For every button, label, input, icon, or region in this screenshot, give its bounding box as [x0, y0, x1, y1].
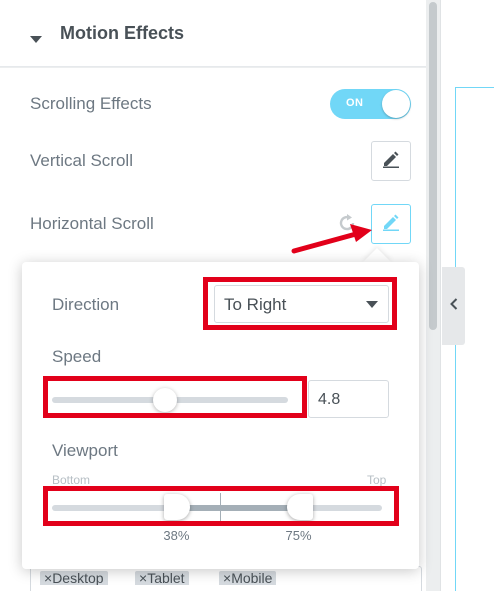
highlight-viewport-slider [43, 486, 399, 526]
device-tag-tablet[interactable]: ×Tablet [135, 571, 189, 585]
tag-label: Tablet [147, 571, 185, 585]
speed-label: Speed [52, 347, 102, 366]
viewport-end-percent: 75% [285, 528, 312, 543]
direction-label: Direction [52, 295, 120, 314]
annotation-arrow-icon [291, 224, 372, 254]
tag-remove-icon[interactable]: × [44, 571, 52, 585]
tag-label: Mobile [231, 571, 273, 585]
tag-remove-icon[interactable]: × [139, 571, 147, 585]
horizontal-scroll-label: Horizontal Scroll [30, 214, 154, 233]
viewport-bottom-label: Bottom [52, 473, 91, 487]
scrolling-effects-toggle[interactable]: ON [330, 89, 411, 119]
toggle-on-text: ON [346, 97, 364, 109]
pencil-icon [382, 150, 400, 173]
viewport-start-percent: 38% [163, 528, 190, 543]
toggle-knob [382, 90, 410, 118]
pencil-icon [382, 213, 400, 236]
speed-input[interactable]: 4.8 [308, 380, 389, 418]
collapse-panel-button[interactable] [442, 267, 465, 345]
section-title: Motion Effects [60, 23, 184, 43]
vertical-scroll-edit-button[interactable] [371, 141, 411, 181]
viewport-label: Viewport [52, 441, 118, 460]
tag-label: Desktop [52, 571, 104, 585]
highlight-speed-slider [43, 376, 307, 418]
motion-effects-section-header[interactable]: Motion Effects [0, 0, 426, 67]
speed-value: 4.8 [318, 391, 341, 408]
panel-scrollbar[interactable] [429, 0, 437, 591]
scrollbar-thumb[interactable] [429, 2, 437, 330]
scrolling-effects-label: Scrolling Effects [30, 94, 152, 113]
caret-down-icon [30, 31, 42, 49]
vertical-scroll-label: Vertical Scroll [30, 151, 133, 170]
device-tag-desktop[interactable]: ×Desktop [40, 571, 108, 585]
chevron-left-icon [449, 297, 458, 315]
tag-remove-icon[interactable]: × [223, 571, 231, 585]
highlight-direction [203, 277, 397, 330]
device-tag-mobile[interactable]: ×Mobile [219, 571, 277, 585]
viewport-top-label: Top [367, 473, 387, 487]
